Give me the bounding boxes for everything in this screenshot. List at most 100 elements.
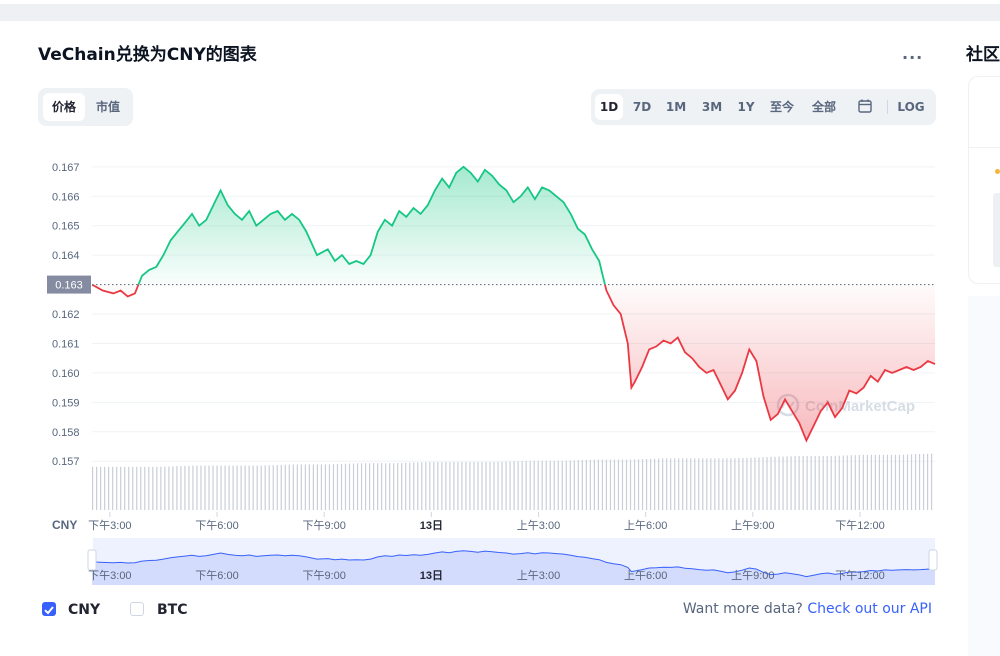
volume-bar xyxy=(822,456,824,510)
volume-bar xyxy=(429,462,431,510)
volume-bar xyxy=(786,456,788,510)
price-chart[interactable]: 0.167 0.166 0.165 0.164 0.162 0.161 0.160 0.159… xyxy=(0,140,945,595)
volume-bar xyxy=(714,458,716,510)
volume-bar xyxy=(477,462,479,510)
navigator-handle-left[interactable] xyxy=(87,549,97,571)
y-axis-labels: 0.167 0.166 0.165 0.164 0.162 0.161 0.160 0.159… xyxy=(52,162,80,468)
more-options-button[interactable]: ... xyxy=(902,44,923,63)
btc-checkbox[interactable] xyxy=(130,602,144,616)
y-tick-label: 0.166 xyxy=(52,191,80,203)
api-link[interactable]: Check out our API xyxy=(807,601,932,617)
volume-bar xyxy=(180,466,182,510)
chart-type-toggle: 价格 市值 xyxy=(38,88,133,126)
tab-price[interactable]: 价格 xyxy=(43,93,85,121)
volume-bar xyxy=(609,459,612,510)
volume-bar xyxy=(810,456,812,510)
volume-bar xyxy=(377,463,379,510)
y-tick-label: 0.159 xyxy=(52,397,80,409)
volume-bar xyxy=(866,454,868,510)
volume-bar xyxy=(264,465,266,510)
volume-bar xyxy=(132,466,134,510)
volume-bar xyxy=(686,458,688,510)
navigator-label: 上午9:00 xyxy=(731,569,774,582)
range-ytd[interactable]: 至今 xyxy=(765,94,799,120)
volume-bar xyxy=(208,465,210,510)
volume-bar xyxy=(120,466,122,510)
volume-bar xyxy=(481,462,483,510)
top-strip xyxy=(0,4,1000,21)
range-log[interactable]: LOG xyxy=(893,94,929,120)
volume-bar xyxy=(433,462,435,510)
volume-bar xyxy=(116,466,118,510)
range-3m[interactable]: 3M xyxy=(697,94,727,120)
range-1y[interactable]: 1Y xyxy=(733,94,759,120)
x-tick-label: 上午6:00 xyxy=(624,519,667,532)
volume-bar xyxy=(316,464,318,510)
volume-bar xyxy=(694,458,696,510)
volume-bar xyxy=(449,462,451,510)
volume-bar xyxy=(176,466,178,510)
volume-bar xyxy=(96,466,98,510)
navigator-label: 下午12:00 xyxy=(835,569,885,582)
volume-bar xyxy=(738,458,740,510)
volume-bar xyxy=(324,464,327,510)
volume-bar xyxy=(565,460,567,510)
navigator-handle-right[interactable] xyxy=(928,549,938,571)
range-1m[interactable]: 1M xyxy=(661,94,691,120)
volume-bar xyxy=(461,462,463,510)
calendar-icon[interactable] xyxy=(858,99,872,113)
sidebar-dot xyxy=(995,169,1000,174)
volume-bar xyxy=(244,465,246,510)
volume-bar xyxy=(525,460,527,510)
volume-bar xyxy=(629,459,632,510)
volume-bar xyxy=(682,458,684,510)
volume-bar xyxy=(906,454,909,510)
volume-bar xyxy=(200,465,202,510)
volume-bar xyxy=(882,454,885,510)
volume-bar xyxy=(385,463,387,510)
volume-bar xyxy=(397,463,399,510)
volume-bar xyxy=(352,463,355,510)
volume-bar xyxy=(152,466,154,510)
volume-bar xyxy=(561,460,563,510)
range-7d[interactable]: 7D xyxy=(627,94,657,120)
range-1d[interactable]: 1D xyxy=(595,94,623,120)
volume-bar xyxy=(593,459,595,510)
volume-bar xyxy=(168,466,170,510)
tab-market-cap[interactable]: 市值 xyxy=(88,93,128,121)
volume-bar xyxy=(489,462,491,510)
chart-title: VeChain兑换为CNY的图表 xyxy=(38,45,257,65)
volume-bar xyxy=(706,458,708,510)
volume-bar xyxy=(276,464,278,510)
volume-bar xyxy=(770,456,772,510)
volume-bar xyxy=(754,457,756,510)
volume-bar xyxy=(545,460,547,510)
sidebar-strip xyxy=(968,296,1000,656)
volume-bar xyxy=(601,459,604,510)
volume-bar xyxy=(585,459,587,510)
volume-bar xyxy=(156,466,158,510)
volume-bar xyxy=(641,459,644,510)
volume-bar xyxy=(690,458,692,510)
y-tick-label: 0.157 xyxy=(52,456,80,468)
volume-bar xyxy=(300,464,302,510)
volume-bar xyxy=(360,463,363,510)
range-navigator[interactable]: 下午3:00 下午6:00 下午9:00 13日 上午3:00 上午6:00 上午9:00 下… xyxy=(87,538,938,585)
cny-checkbox[interactable] xyxy=(42,602,56,616)
volume-bar xyxy=(469,462,471,510)
volume-bar xyxy=(930,453,933,510)
volume-bar xyxy=(373,463,375,510)
range-all[interactable]: 全部 xyxy=(807,94,841,120)
volume-bar xyxy=(730,458,732,510)
volume-bar xyxy=(826,456,828,510)
volume-bar xyxy=(830,455,832,510)
volume-bar xyxy=(501,461,503,510)
volume-bar xyxy=(437,462,439,510)
volume-bar xyxy=(497,461,499,510)
x-tick-label: 下午3:00 xyxy=(88,519,131,532)
volume-bar xyxy=(509,461,511,510)
volume-bar xyxy=(894,454,897,510)
volume-bars xyxy=(92,453,933,510)
volume-bar xyxy=(605,459,608,510)
volume-bar xyxy=(465,462,467,510)
